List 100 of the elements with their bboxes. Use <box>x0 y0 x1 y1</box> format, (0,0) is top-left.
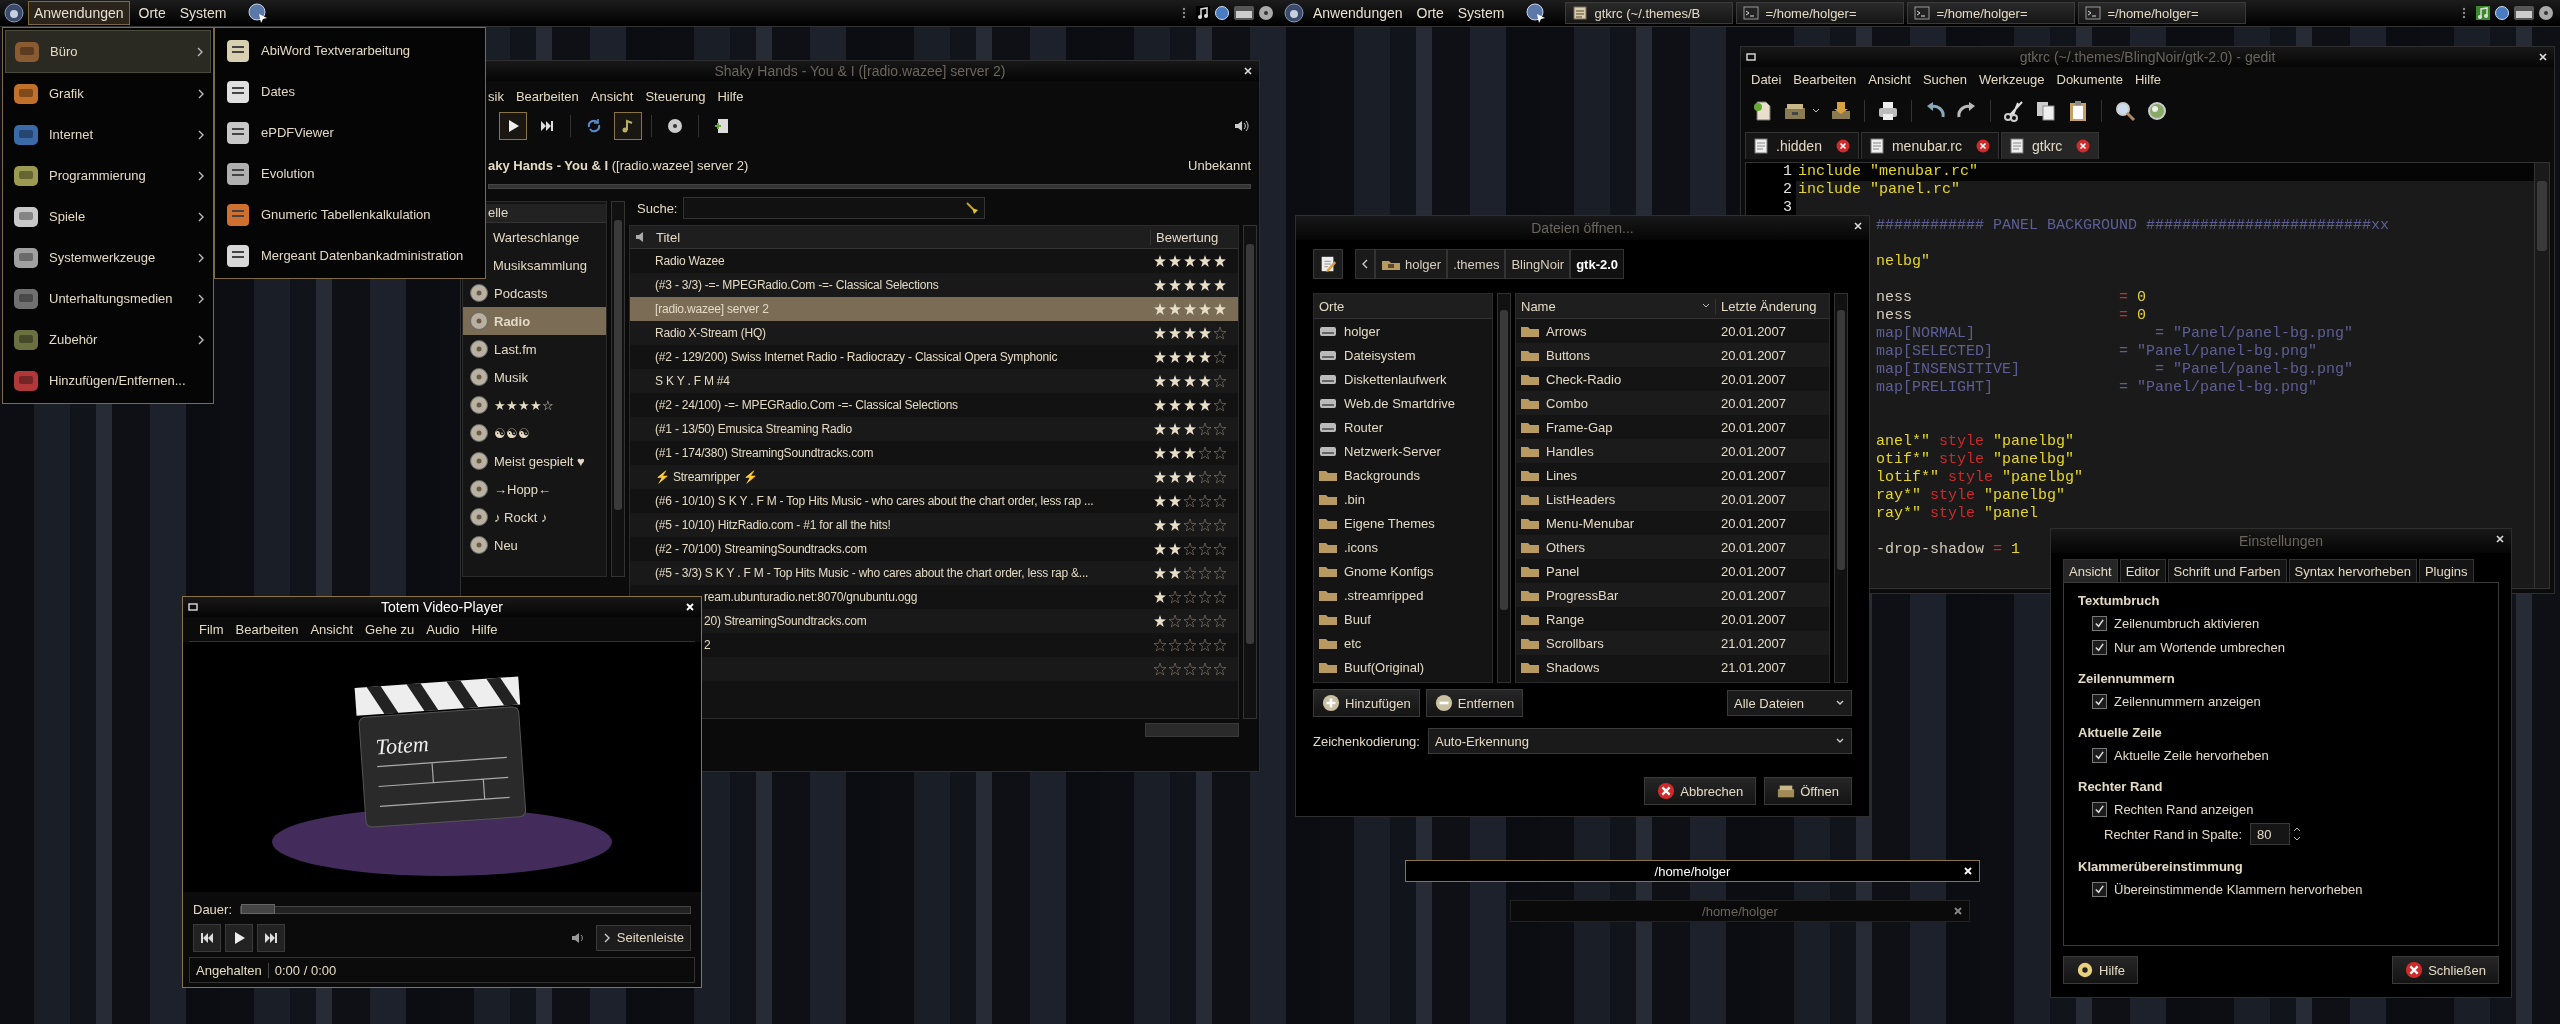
panel-menu[interactable]: Anwendungen <box>28 1 130 25</box>
place-item[interactable]: Eigene Themes <box>1314 511 1492 535</box>
copy-icon[interactable] <box>2034 99 2058 123</box>
menu-item[interactable]: Grafik <box>5 73 211 114</box>
file-row[interactable]: Buttons 20.01.2007 <box>1516 343 1829 367</box>
shuffle-button[interactable] <box>614 112 642 140</box>
menu-item[interactable]: Bearbeiten <box>515 88 579 104</box>
path-button[interactable]: BlingNoir <box>1505 249 1571 279</box>
playlist-row[interactable]: (#5 - 3/3) S K Y . F M - Top Hits Music - who cares about the chart order, less rap &... <box>630 561 1238 585</box>
menu-item[interactable]: Systemwerkzeuge <box>5 237 211 278</box>
menu-item[interactable]: Bearbeiten <box>235 621 299 637</box>
playlist-row[interactable]: (#2 - 24/100) -=- MPEGRadio.Com -=- Classical Selections <box>630 393 1238 417</box>
column-header[interactable]: Bewertung <box>1150 229 1238 245</box>
window-menu-icon[interactable] <box>188 602 198 612</box>
close-icon[interactable] <box>1835 139 1850 153</box>
printer-icon[interactable] <box>1876 99 1900 123</box>
playlist-row[interactable]: (#1 - 13/50) Emusica Streaming Radio <box>630 417 1238 441</box>
search-icon[interactable] <box>2113 99 2137 123</box>
playlist-row[interactable]: Radio Wazee <box>630 249 1238 273</box>
menu-item[interactable]: Film <box>199 621 224 637</box>
drive-icon[interactable] <box>2513 5 2535 21</box>
menu-item[interactable]: Ansicht <box>1868 71 1911 87</box>
menu-item[interactable]: Ansicht <box>310 621 354 637</box>
checkbox[interactable] <box>2092 639 2107 655</box>
playlist-row[interactable]: (#5 - 10/10) HitzRadio.com - #1 for all the hits! <box>630 513 1238 537</box>
menu-item[interactable]: Ansicht <box>590 88 634 104</box>
menu-item[interactable]: AbiWord Textverarbeitung <box>217 30 483 71</box>
close-icon[interactable] <box>1976 139 1990 153</box>
place-item[interactable]: .icons <box>1314 535 1492 559</box>
place-item[interactable]: Netzwerk-Server <box>1314 439 1492 463</box>
add-button[interactable]: Hinzufügen <box>1313 689 1420 717</box>
checkbox[interactable] <box>2092 747 2107 763</box>
path-button[interactable]: .themes <box>1447 249 1506 279</box>
settings-tab[interactable]: Ansicht <box>2063 559 2118 582</box>
menu-item[interactable]: Zubehör <box>5 319 211 360</box>
file-row[interactable]: Handles 20.01.2007 <box>1516 439 1829 463</box>
scrollbar[interactable] <box>1145 723 1239 737</box>
next-button[interactable] <box>257 923 285 952</box>
menu-item[interactable]: Bearbeiten <box>1793 71 1857 87</box>
file-row[interactable]: Shadows 21.01.2007 <box>1516 655 1829 679</box>
menu-item[interactable]: Gehe zu <box>365 621 415 637</box>
terminal-title-bar[interactable]: /home/holger <box>1510 900 1970 922</box>
taskbar-button[interactable]: =/home/holger= <box>1907 2 2076 24</box>
play-button[interactable] <box>499 112 527 140</box>
settings-tab[interactable]: Schrift und Farben <box>2167 559 2287 582</box>
menu-item[interactable]: sik <box>488 88 504 104</box>
close-icon[interactable] <box>2076 139 2091 153</box>
seek-track[interactable] <box>488 184 1251 189</box>
panel-menu[interactable]: Orte <box>1411 2 1449 24</box>
broom-icon[interactable] <box>964 200 981 216</box>
source-item[interactable]: Musiksammlung <box>487 251 606 279</box>
checkbox[interactable] <box>2092 615 2107 631</box>
globe-icon[interactable] <box>2494 5 2510 21</box>
scrollbar[interactable] <box>1497 293 1511 683</box>
place-item[interactable]: etc <box>1314 631 1492 655</box>
menu-item[interactable]: Dates <box>217 71 483 112</box>
settings-tab[interactable]: Plugins <box>2418 559 2474 582</box>
speaker-icon[interactable] <box>1233 118 1249 134</box>
playlist-row[interactable]: (#2 - 70/100) StreamingSoundtracks.com <box>630 537 1238 561</box>
place-item[interactable]: Buuf(Original) <box>1314 655 1492 679</box>
file-row[interactable]: Arrows 20.01.2007 <box>1516 319 1829 343</box>
file-row[interactable]: Frame-Gap 20.01.2007 <box>1516 415 1829 439</box>
path-button[interactable]: holger <box>1375 249 1448 279</box>
scrollbar[interactable] <box>2534 163 2549 588</box>
place-item[interactable]: Gnome Konfigs <box>1314 559 1492 583</box>
file-row[interactable]: Panel 20.01.2007 <box>1516 559 1829 583</box>
place-item[interactable]: Backgrounds <box>1314 463 1492 487</box>
file-row[interactable]: Scrollbars 21.01.2007 <box>1516 631 1829 655</box>
open-button[interactable]: Öffnen <box>1764 777 1852 805</box>
menu-item[interactable]: Werkzeuge <box>1979 71 2045 87</box>
play-button[interactable] <box>225 923 253 952</box>
file-row[interactable]: ProgressBar 20.01.2007 <box>1516 583 1829 607</box>
sidebar-button[interactable]: Seitenleiste <box>595 924 691 951</box>
settings-tab[interactable]: Syntax hervorheben <box>2288 559 2417 582</box>
panel-menu[interactable]: Orte <box>133 2 171 24</box>
search-field[interactable] <box>683 197 986 219</box>
menu-item[interactable]: Audio <box>426 621 460 637</box>
menu-item[interactable]: Evolution <box>217 153 483 194</box>
menu-item[interactable]: Suchen <box>1922 71 1967 87</box>
encoding-dropdown[interactable]: Auto-Erkennung <box>1427 728 1852 754</box>
place-item[interactable]: .bin <box>1314 487 1492 511</box>
checkbox[interactable] <box>2092 693 2107 709</box>
help-button[interactable]: Hilfe <box>2063 956 2138 984</box>
seek-slider[interactable] <box>240 905 691 914</box>
place-item[interactable]: Diskettenlaufwerk <box>1314 367 1492 391</box>
terminal-title-bar[interactable]: /home/holger <box>1405 860 1980 882</box>
foot-icon[interactable] <box>1284 3 1304 23</box>
cancel-button[interactable]: Abbrechen <box>1644 777 1757 805</box>
place-item[interactable]: Buuf <box>1314 607 1492 631</box>
scissors-icon[interactable] <box>2002 99 2026 123</box>
panel-menu[interactable]: Anwendungen <box>1308 2 1408 24</box>
scrollbar[interactable] <box>1834 293 1848 683</box>
taskbar-button[interactable]: =/home/holger= <box>1736 2 1905 24</box>
disc-icon[interactable] <box>1258 5 1274 21</box>
music-note-icon[interactable] <box>2475 5 2491 21</box>
menu-item[interactable]: Spiele <box>5 196 211 237</box>
scrollbar[interactable] <box>611 201 625 577</box>
playlist-row[interactable]: 2 <box>700 633 1238 657</box>
place-item[interactable]: Web.de Smartdrive <box>1314 391 1492 415</box>
back-button[interactable] <box>1355 249 1375 279</box>
